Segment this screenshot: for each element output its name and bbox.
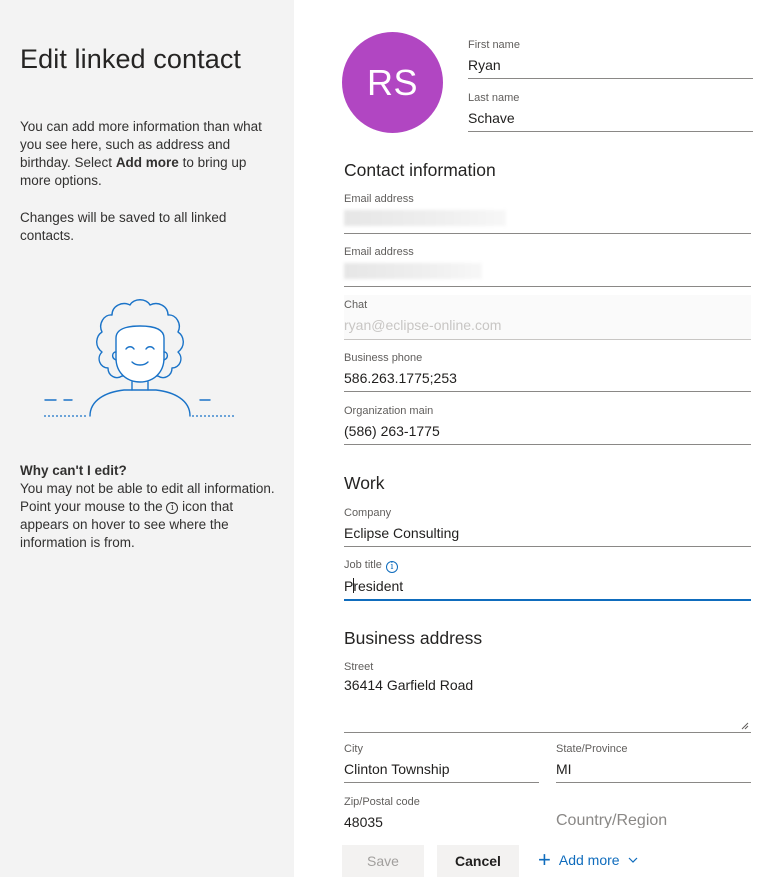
chat-field: Chat ryan@eclipse-online.com	[344, 295, 751, 340]
street-field[interactable]: Street 36414 Garfield Road	[344, 661, 751, 733]
info-sidebar: Edit linked contact You can add more inf…	[0, 0, 294, 877]
job-title-value-part: P	[344, 578, 354, 594]
email-address-field-1[interactable]: Email address	[344, 193, 751, 234]
info-icon: i	[166, 502, 179, 514]
chevron-down-icon	[628, 857, 637, 863]
state-province-label: State/Province	[556, 743, 628, 755]
street-value[interactable]: 36414 Garfield Road	[344, 677, 751, 694]
cancel-button[interactable]: Cancel	[437, 845, 519, 877]
intro-text-bold: Add more	[115, 155, 179, 170]
zip-postal-code-field[interactable]: Zip/Postal code 48035	[344, 796, 539, 830]
business-address-heading: Business address	[344, 628, 483, 648]
chat-label: Chat	[344, 299, 368, 311]
street-label: Street	[344, 661, 374, 673]
why-cant-edit-text: You may not be able to edit all informat…	[20, 480, 275, 552]
company-label: Company	[344, 507, 392, 519]
saved-note: Changes will be saved to all linked cont…	[20, 210, 227, 243]
company-field[interactable]: Company Eclipse Consulting	[344, 507, 751, 547]
email-value-redacted[interactable]	[344, 210, 506, 226]
organization-main-label: Organization main	[344, 405, 434, 417]
intro-text: You can add more information than what y…	[20, 118, 270, 190]
business-phone-field[interactable]: Business phone 586.263.1775;253	[344, 352, 751, 392]
contact-information-heading: Contact information	[344, 160, 496, 180]
why-cant-edit-note: Why can't I edit? You may not be able to…	[20, 462, 275, 552]
work-heading: Work	[344, 473, 385, 493]
business-phone-label: Business phone	[344, 352, 423, 364]
person-illustration	[44, 299, 236, 417]
first-name-value[interactable]: Ryan	[468, 57, 753, 74]
job-title-value-part: resident	[353, 578, 404, 594]
resize-handle-icon[interactable]	[741, 722, 749, 730]
business-phone-value[interactable]: 586.263.1775;253	[344, 370, 751, 387]
email-label: Email address	[344, 246, 414, 258]
add-more-button[interactable]: + Add more	[538, 849, 638, 871]
city-field[interactable]: City Clinton Township	[344, 743, 539, 783]
state-province-value[interactable]: MI	[556, 761, 751, 778]
email-address-field-2[interactable]: Email address	[344, 246, 751, 287]
organization-main-value[interactable]: (586) 263-1775	[344, 423, 751, 440]
add-more-label: Add more	[558, 852, 620, 868]
company-value[interactable]: Eclipse Consulting	[344, 525, 751, 542]
avatar[interactable]: RS	[342, 32, 443, 133]
zip-label: Zip/Postal code	[344, 796, 420, 808]
last-name-value[interactable]: Schave	[468, 110, 753, 127]
job-title-label: Job title i	[344, 559, 751, 573]
info-icon[interactable]: i	[385, 561, 398, 573]
chat-value: ryan@eclipse-online.com	[344, 317, 502, 333]
last-name-field[interactable]: Last name Schave	[468, 92, 753, 132]
city-label: City	[344, 743, 363, 755]
plus-icon: +	[538, 847, 551, 872]
why-cant-edit-title: Why can't I edit?	[20, 463, 127, 478]
save-button[interactable]: Save	[342, 845, 424, 877]
job-title-field[interactable]: Job title i President	[344, 559, 751, 601]
action-bar: Save Cancel + Add more	[294, 828, 762, 877]
job-title-label-text: Job title	[344, 559, 382, 571]
first-name-field[interactable]: First name Ryan	[468, 39, 753, 79]
city-value[interactable]: Clinton Township	[344, 761, 539, 778]
first-name-label: First name	[468, 39, 520, 51]
state-province-field[interactable]: State/Province MI	[556, 743, 751, 783]
page-title: Edit linked contact	[20, 44, 242, 74]
email-label: Email address	[344, 193, 414, 205]
why-text-part: You may not be able to edit all informat…	[20, 481, 275, 514]
job-title-value[interactable]: President	[344, 578, 751, 595]
last-name-label: Last name	[468, 92, 520, 104]
organization-main-field[interactable]: Organization main (586) 263-1775	[344, 405, 751, 445]
email-value-redacted[interactable]	[344, 263, 482, 279]
